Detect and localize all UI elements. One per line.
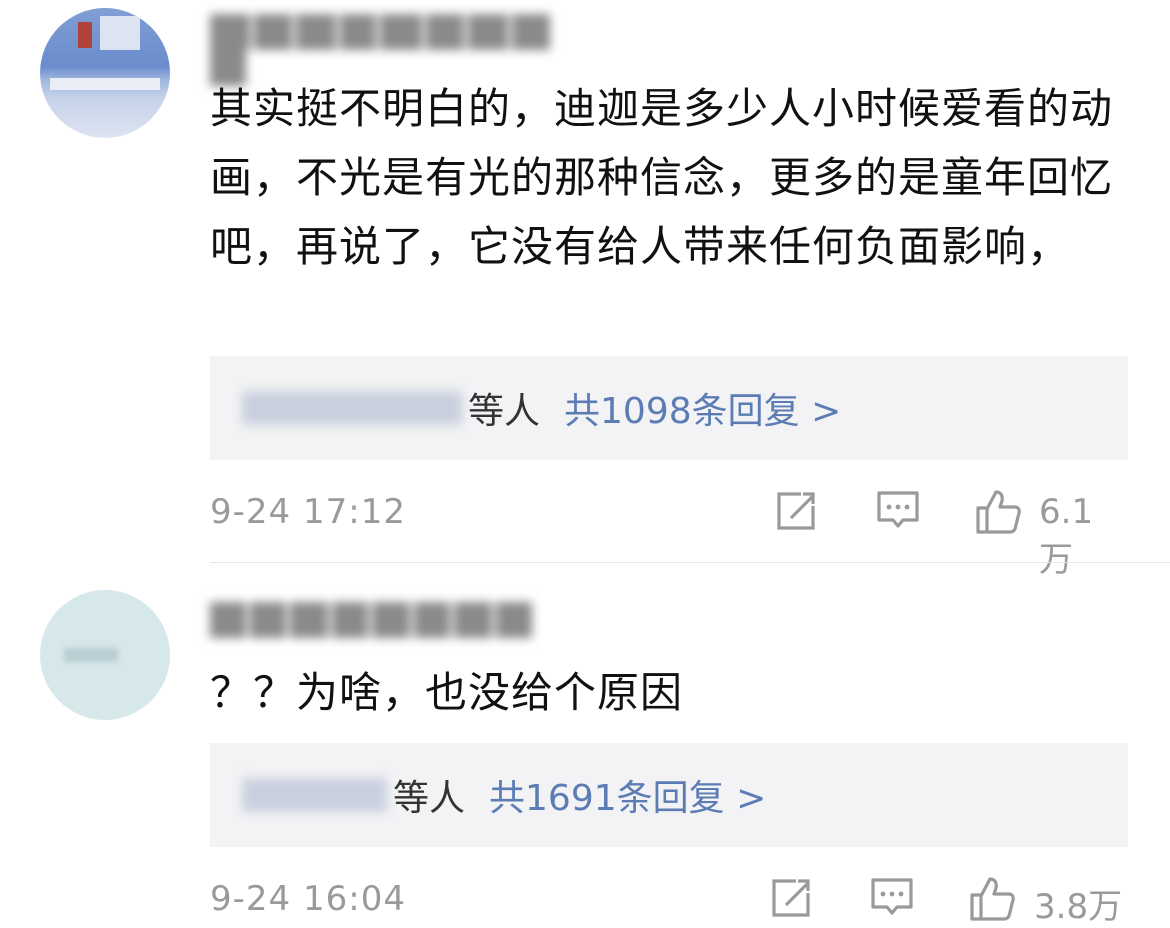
comment-text: 其实挺不明白的，迪迦是多少人小时候爱看的动画，不光是有光的那种信念，更多的是童年… (210, 84, 1114, 271)
like-icon[interactable] (974, 488, 1022, 538)
comment-text: ？？为啥，也没给个原因 (210, 668, 684, 717)
comment-time: 9-24 17:12 (210, 492, 406, 532)
reply-preview[interactable]: 等人 共1098条回复 > (210, 356, 1128, 460)
share-icon[interactable] (773, 488, 819, 538)
username[interactable] (210, 14, 590, 86)
reply-etc-label: 等人 (468, 391, 541, 432)
view-replies-link[interactable]: 共1691条回复 > (489, 769, 766, 821)
avatar[interactable] (40, 590, 170, 720)
share-icon[interactable] (768, 875, 814, 925)
view-replies-link[interactable]: 共1098条回复 > (564, 382, 841, 434)
like-icon[interactable] (968, 875, 1016, 925)
comment-item: ？？为啥，也没给个原因 等人 共1691条回复 > 9-24 16:04 3.8… (0, 563, 1170, 928)
comment-time: 9-24 16:04 (210, 879, 406, 919)
username[interactable] (210, 602, 550, 642)
reply-preview[interactable]: 等人 共1691条回复 > (210, 743, 1128, 847)
reply-etc-label: 等人 (393, 778, 466, 819)
like-count: 3.8万 (1034, 887, 1123, 927)
reply-usernames[interactable] (242, 778, 387, 812)
comment-meta: 9-24 16:04 3.8万 (210, 875, 1126, 927)
reply-usernames[interactable] (242, 391, 462, 425)
avatar[interactable] (40, 8, 170, 138)
comment-icon[interactable] (869, 875, 915, 925)
comment-meta: 9-24 17:12 6.1万 (210, 488, 1126, 580)
comment-item: 其实挺不明白的，迪迦是多少人小时候爱看的动画，不光是有光的那种信念，更多的是童年… (0, 0, 1170, 580)
comment-icon[interactable] (875, 488, 921, 538)
